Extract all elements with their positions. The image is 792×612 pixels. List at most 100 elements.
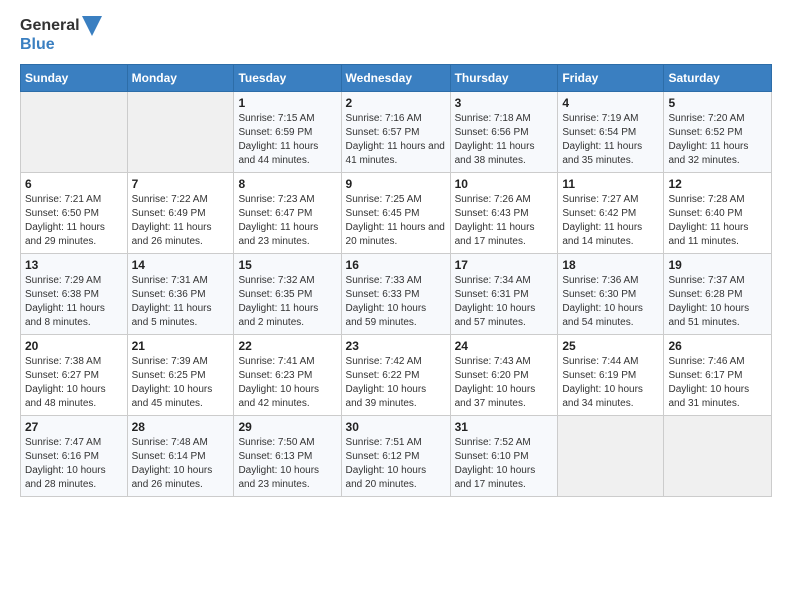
day-detail: Sunrise: 7:52 AMSunset: 6:10 PMDaylight:… <box>455 436 554 492</box>
day-detail: Sunrise: 7:34 AMSunset: 6:31 PMDaylight:… <box>455 274 554 330</box>
calendar-week-row: 6Sunrise: 7:21 AMSunset: 6:50 PMDaylight… <box>21 173 772 254</box>
day-number: 30 <box>346 420 446 434</box>
day-detail: Sunrise: 7:41 AMSunset: 6:23 PMDaylight:… <box>238 355 336 411</box>
calendar-cell: 2 Sunrise: 7:16 AMSunset: 6:57 PMDaylight… <box>341 92 450 173</box>
calendar-table: SundayMondayTuesdayWednesdayThursdayFrid… <box>20 64 772 497</box>
day-detail: Sunrise: 7:42 AMSunset: 6:22 PMDaylight:… <box>346 355 446 411</box>
logo-text-blue: Blue <box>20 36 55 54</box>
day-number: 16 <box>346 258 446 272</box>
calendar-cell: 14Sunrise: 7:31 AMSunset: 6:36 PMDayligh… <box>127 254 234 335</box>
day-detail: Sunrise: 7:32 AMSunset: 6:35 PMDaylight:… <box>238 274 336 330</box>
day-number: 17 <box>455 258 554 272</box>
calendar-body: 1Sunrise: 7:15 AMSunset: 6:59 PMDaylight… <box>21 92 772 497</box>
day-number: 12 <box>668 177 767 191</box>
calendar-cell: 6Sunrise: 7:21 AMSunset: 6:50 PMDaylight… <box>21 173 128 254</box>
day-detail: Sunrise: 7:16 AMSunset: 6:57 PMDaylight:… <box>346 112 446 168</box>
calendar-cell: 27 Sunrise: 7:47 AMSunset: 6:16 PMDayligh… <box>21 416 128 497</box>
day-detail: Sunrise: 7:26 AMSunset: 6:43 PMDaylight:… <box>455 193 554 249</box>
calendar-week-row: 27 Sunrise: 7:47 AMSunset: 6:16 PMDayligh… <box>21 416 772 497</box>
calendar-cell <box>664 416 772 497</box>
calendar-cell: 29Sunrise: 7:50 AMSunset: 6:13 PMDayligh… <box>234 416 341 497</box>
calendar-cell: 26 Sunrise: 7:46 AMSunset: 6:17 PMDayligh… <box>664 335 772 416</box>
calendar-cell: 28 Sunrise: 7:48 AMSunset: 6:14 PMDayligh… <box>127 416 234 497</box>
day-detail: Sunrise: 7:50 AMSunset: 6:13 PMDaylight:… <box>238 436 336 492</box>
logo-chevron-icon <box>82 16 102 36</box>
day-number: 13 <box>25 258 123 272</box>
calendar-cell: 12 Sunrise: 7:28 AMSunset: 6:40 PMDayligh… <box>664 173 772 254</box>
day-detail: Sunrise: 7:46 AMSunset: 6:17 PMDaylight:… <box>668 355 767 411</box>
calendar-cell: 16 Sunrise: 7:33 AMSunset: 6:33 PMDayligh… <box>341 254 450 335</box>
day-detail: Sunrise: 7:20 AMSunset: 6:52 PMDaylight:… <box>668 112 767 168</box>
day-number: 9 <box>346 177 446 191</box>
day-detail: Sunrise: 7:47 AMSunset: 6:16 PMDaylight:… <box>25 436 123 492</box>
day-number: 24 <box>455 339 554 353</box>
day-number: 27 <box>25 420 123 434</box>
day-number: 25 <box>562 339 659 353</box>
day-number: 18 <box>562 258 659 272</box>
calendar-week-row: 20 Sunrise: 7:38 AMSunset: 6:27 PMDayligh… <box>21 335 772 416</box>
calendar-cell: 5 Sunrise: 7:20 AMSunset: 6:52 PMDaylight… <box>664 92 772 173</box>
day-detail: Sunrise: 7:23 AMSunset: 6:47 PMDaylight:… <box>238 193 336 249</box>
day-detail: Sunrise: 7:38 AMSunset: 6:27 PMDaylight:… <box>25 355 123 411</box>
calendar-cell: 15 Sunrise: 7:32 AMSunset: 6:35 PMDayligh… <box>234 254 341 335</box>
day-detail: Sunrise: 7:29 AMSunset: 6:38 PMDaylight:… <box>25 274 123 330</box>
column-header-saturday: Saturday <box>664 65 772 92</box>
calendar-cell: 3 Sunrise: 7:18 AMSunset: 6:56 PMDaylight… <box>450 92 558 173</box>
column-header-tuesday: Tuesday <box>234 65 341 92</box>
calendar-cell: 18Sunrise: 7:36 AMSunset: 6:30 PMDayligh… <box>558 254 664 335</box>
calendar-cell: 4Sunrise: 7:19 AMSunset: 6:54 PMDaylight… <box>558 92 664 173</box>
day-number: 28 <box>132 420 230 434</box>
calendar-cell <box>127 92 234 173</box>
day-detail: Sunrise: 7:43 AMSunset: 6:20 PMDaylight:… <box>455 355 554 411</box>
header: General Blue <box>20 16 772 54</box>
day-detail: Sunrise: 7:15 AMSunset: 6:59 PMDaylight:… <box>238 112 336 168</box>
day-number: 15 <box>238 258 336 272</box>
day-detail: Sunrise: 7:25 AMSunset: 6:45 PMDaylight:… <box>346 193 446 249</box>
calendar-cell: 17 Sunrise: 7:34 AMSunset: 6:31 PMDayligh… <box>450 254 558 335</box>
column-header-friday: Friday <box>558 65 664 92</box>
day-number: 26 <box>668 339 767 353</box>
day-detail: Sunrise: 7:31 AMSunset: 6:36 PMDaylight:… <box>132 274 230 330</box>
column-header-monday: Monday <box>127 65 234 92</box>
day-number: 7 <box>132 177 230 191</box>
calendar-cell: 24 Sunrise: 7:43 AMSunset: 6:20 PMDayligh… <box>450 335 558 416</box>
day-detail: Sunrise: 7:19 AMSunset: 6:54 PMDaylight:… <box>562 112 659 168</box>
calendar-cell: 1Sunrise: 7:15 AMSunset: 6:59 PMDaylight… <box>234 92 341 173</box>
day-detail: Sunrise: 7:18 AMSunset: 6:56 PMDaylight:… <box>455 112 554 168</box>
day-detail: Sunrise: 7:51 AMSunset: 6:12 PMDaylight:… <box>346 436 446 492</box>
day-detail: Sunrise: 7:21 AMSunset: 6:50 PMDaylight:… <box>25 193 123 249</box>
calendar-cell: 30 Sunrise: 7:51 AMSunset: 6:12 PMDayligh… <box>341 416 450 497</box>
day-number: 23 <box>346 339 446 353</box>
day-detail: Sunrise: 7:27 AMSunset: 6:42 PMDaylight:… <box>562 193 659 249</box>
page: General Blue SundayMondayTuesdayWednesda… <box>0 0 792 513</box>
column-header-thursday: Thursday <box>450 65 558 92</box>
calendar-cell: 7Sunrise: 7:22 AMSunset: 6:49 PMDaylight… <box>127 173 234 254</box>
calendar-cell: 21 Sunrise: 7:39 AMSunset: 6:25 PMDayligh… <box>127 335 234 416</box>
calendar-week-row: 13 Sunrise: 7:29 AMSunset: 6:38 PMDayligh… <box>21 254 772 335</box>
day-number: 2 <box>346 96 446 110</box>
day-detail: Sunrise: 7:28 AMSunset: 6:40 PMDaylight:… <box>668 193 767 249</box>
day-detail: Sunrise: 7:44 AMSunset: 6:19 PMDaylight:… <box>562 355 659 411</box>
calendar-header-row: SundayMondayTuesdayWednesdayThursdayFrid… <box>21 65 772 92</box>
day-detail: Sunrise: 7:33 AMSunset: 6:33 PMDaylight:… <box>346 274 446 330</box>
calendar-cell <box>558 416 664 497</box>
day-number: 19 <box>668 258 767 272</box>
day-detail: Sunrise: 7:48 AMSunset: 6:14 PMDaylight:… <box>132 436 230 492</box>
day-number: 31 <box>455 420 554 434</box>
day-detail: Sunrise: 7:39 AMSunset: 6:25 PMDaylight:… <box>132 355 230 411</box>
day-number: 21 <box>132 339 230 353</box>
calendar-cell: 22 Sunrise: 7:41 AMSunset: 6:23 PMDayligh… <box>234 335 341 416</box>
calendar-cell: 9 Sunrise: 7:25 AMSunset: 6:45 PMDaylight… <box>341 173 450 254</box>
day-number: 20 <box>25 339 123 353</box>
calendar-cell <box>21 92 128 173</box>
day-detail: Sunrise: 7:37 AMSunset: 6:28 PMDaylight:… <box>668 274 767 330</box>
calendar-cell: 23 Sunrise: 7:42 AMSunset: 6:22 PMDayligh… <box>341 335 450 416</box>
calendar-cell: 31 Sunrise: 7:52 AMSunset: 6:10 PMDayligh… <box>450 416 558 497</box>
calendar-cell: 25 Sunrise: 7:44 AMSunset: 6:19 PMDayligh… <box>558 335 664 416</box>
day-number: 3 <box>455 96 554 110</box>
calendar-cell: 13 Sunrise: 7:29 AMSunset: 6:38 PMDayligh… <box>21 254 128 335</box>
logo: General Blue <box>20 16 102 54</box>
day-number: 5 <box>668 96 767 110</box>
day-number: 22 <box>238 339 336 353</box>
day-number: 10 <box>455 177 554 191</box>
